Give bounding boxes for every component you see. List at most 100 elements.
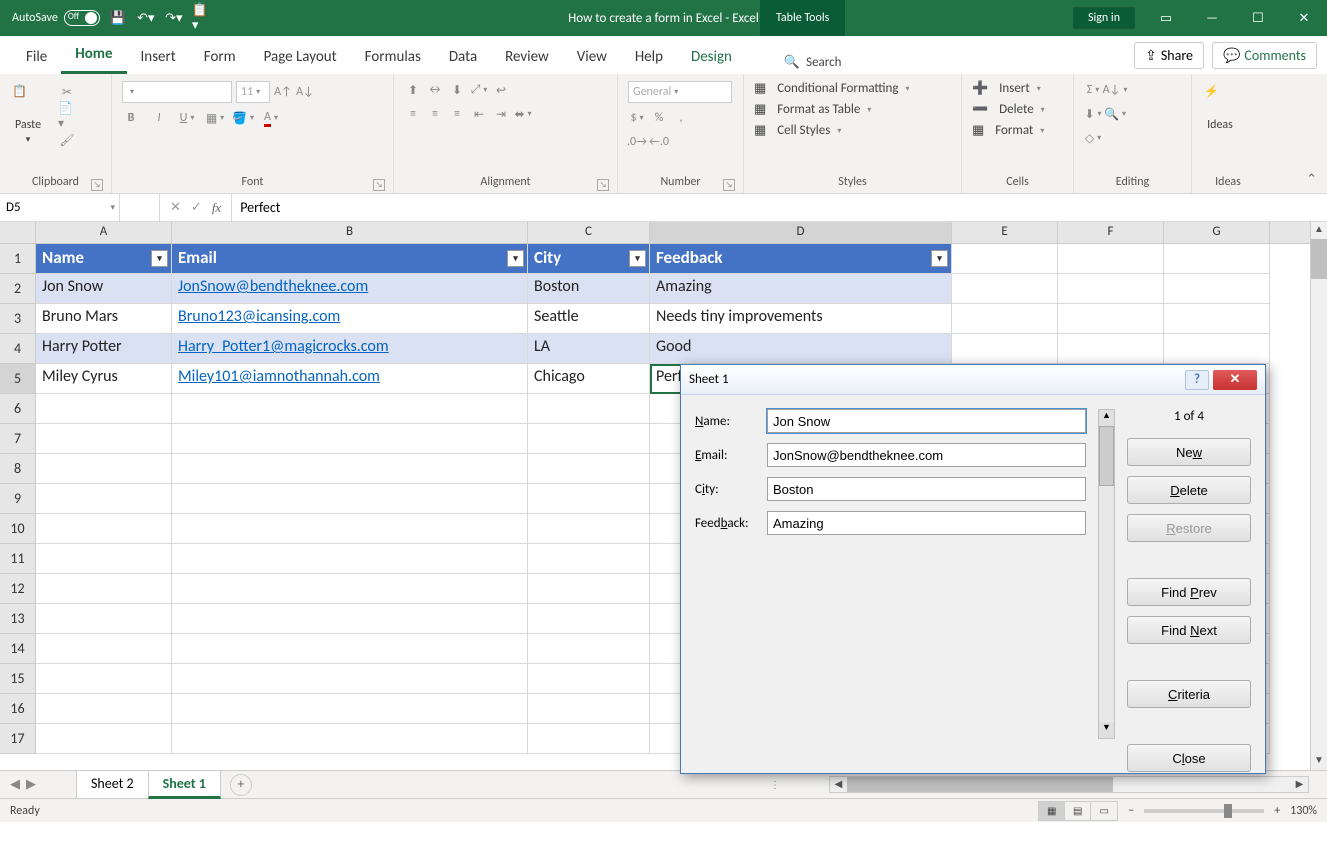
filter-dropdown-email[interactable]: ▾ [507,250,524,267]
font-color-icon[interactable]: A [262,109,280,127]
row-header-13[interactable]: 13 [0,604,36,634]
align-bottom-icon[interactable]: ⬇ [448,81,466,99]
form-email-input[interactable] [767,443,1086,467]
cell-A4[interactable]: Harry Potter [36,334,172,364]
cell-C10[interactable] [528,514,650,544]
cell-C15[interactable] [528,664,650,694]
insert-cells-button[interactable]: ➕ Insert [972,81,1041,96]
cell-B5[interactable]: Miley101@iamnothannah.com [172,364,528,394]
cell-B7[interactable] [172,424,528,454]
tab-help[interactable]: Help [621,40,677,74]
cell-A6[interactable] [36,394,172,424]
cell-D1[interactable]: Feedback▾ [650,244,952,274]
form-find-next-button[interactable]: Find Next [1127,616,1251,644]
tab-home[interactable]: Home [61,37,126,74]
delete-cells-button[interactable]: ➖ Delete [972,102,1045,117]
row-header-14[interactable]: 14 [0,634,36,664]
cell-G2[interactable] [1164,274,1270,304]
borders-icon[interactable]: ▦ [206,109,224,127]
close-icon[interactable]: ✕ [1281,0,1327,36]
ideas-button[interactable]: ⚡ Ideas [1198,80,1242,136]
bold-icon[interactable]: B [122,109,140,127]
select-all-corner[interactable] [0,222,36,243]
copy-icon[interactable]: 📄▾ [58,107,76,125]
clear-icon[interactable]: ◇ [1084,129,1102,147]
cell-A16[interactable] [36,694,172,724]
sheet-next-icon[interactable]: ▶ [26,777,36,792]
cell-D2[interactable]: Amazing [650,274,952,304]
align-right-icon[interactable]: ≡ [448,105,466,123]
cell-A7[interactable] [36,424,172,454]
minimize-icon[interactable]: — [1189,0,1235,36]
cell-F2[interactable] [1058,274,1164,304]
row-header-10[interactable]: 10 [0,514,36,544]
form-delete-button[interactable]: Delete [1127,476,1251,504]
undo-icon[interactable]: ↶▾ [136,8,156,28]
cell-C5[interactable]: Chicago [528,364,650,394]
comma-format-icon[interactable]: , [672,109,690,127]
redo-icon[interactable]: ↷▾ [164,8,184,28]
cell-A13[interactable] [36,604,172,634]
conditional-formatting-button[interactable]: ▦ Conditional Formatting [754,81,910,96]
cell-A5[interactable]: Miley Cyrus [36,364,172,394]
form-city-input[interactable] [767,477,1086,501]
cell-styles-button[interactable]: ▦ Cell Styles [754,123,841,138]
increase-indent-icon[interactable]: ⇥ [492,105,510,123]
zoom-slider[interactable] [1144,809,1264,813]
align-center-icon[interactable]: ≡ [426,105,444,123]
cell-B8[interactable] [172,454,528,484]
cell-B16[interactable] [172,694,528,724]
sheet-prev-icon[interactable]: ◀ [10,777,20,792]
cell-E3[interactable] [952,304,1058,334]
collapse-ribbon-icon[interactable]: ⌃ [1306,172,1317,187]
row-header-7[interactable]: 7 [0,424,36,454]
row-header-5[interactable]: 5 [0,364,36,394]
cell-B3[interactable]: Bruno123@icansing.com [172,304,528,334]
cell-C14[interactable] [528,634,650,664]
row-header-9[interactable]: 9 [0,484,36,514]
cell-B2[interactable]: JonSnow@bendtheknee.com [172,274,528,304]
row-header-17[interactable]: 17 [0,724,36,754]
column-header-C[interactable]: C [528,222,650,243]
cell-B12[interactable] [172,574,528,604]
row-header-8[interactable]: 8 [0,454,36,484]
form-criteria-button[interactable]: Criteria [1127,680,1251,708]
row-header-16[interactable]: 16 [0,694,36,724]
clipboard-launcher[interactable]: ↘ [91,179,103,191]
filter-dropdown-name[interactable]: ▾ [151,250,168,267]
row-header-3[interactable]: 3 [0,304,36,334]
cell-A8[interactable] [36,454,172,484]
alignment-launcher[interactable]: ↘ [597,179,609,191]
align-left-icon[interactable]: ≡ [404,105,422,123]
row-header-12[interactable]: 12 [0,574,36,604]
row-header-1[interactable]: 1 [0,244,36,274]
font-launcher[interactable]: ↘ [373,179,385,191]
tab-design[interactable]: Design [677,40,746,74]
dialog-help-button[interactable]: ? [1185,370,1209,390]
tab-review[interactable]: Review [491,40,563,74]
cancel-formula-icon[interactable]: ✕ [170,200,181,215]
accounting-format-icon[interactable]: $ [628,109,646,127]
wrap-text-icon[interactable]: ↩ [492,81,510,99]
cell-C7[interactable] [528,424,650,454]
cell-C16[interactable] [528,694,650,724]
form-find-prev-button[interactable]: Find Prev [1127,578,1251,606]
page-layout-view-button[interactable]: ▤ [1065,802,1091,820]
number-format-combobox[interactable]: General [628,81,732,103]
autosum-icon[interactable]: Σ [1084,81,1102,99]
scroll-right-icon[interactable]: ▶ [1291,777,1308,792]
row-header-4[interactable]: 4 [0,334,36,364]
row-header-2[interactable]: 2 [0,274,36,304]
vertical-scrollbar[interactable]: ▲ ▼ [1310,222,1327,770]
cell-A11[interactable] [36,544,172,574]
record-scroll-down-icon[interactable]: ▼ [1099,722,1114,738]
tell-me-search[interactable]: 🔍 Search [776,51,850,74]
page-break-view-button[interactable]: ▭ [1091,802,1117,820]
cell-C8[interactable] [528,454,650,484]
increase-decimal-icon[interactable]: .0→ [628,133,646,151]
cell-F3[interactable] [1058,304,1164,334]
fill-color-icon[interactable]: 🪣 [234,109,252,127]
cell-E2[interactable] [952,274,1058,304]
cell-A1[interactable]: Name▾ [36,244,172,274]
tab-form[interactable]: Form [190,40,250,74]
